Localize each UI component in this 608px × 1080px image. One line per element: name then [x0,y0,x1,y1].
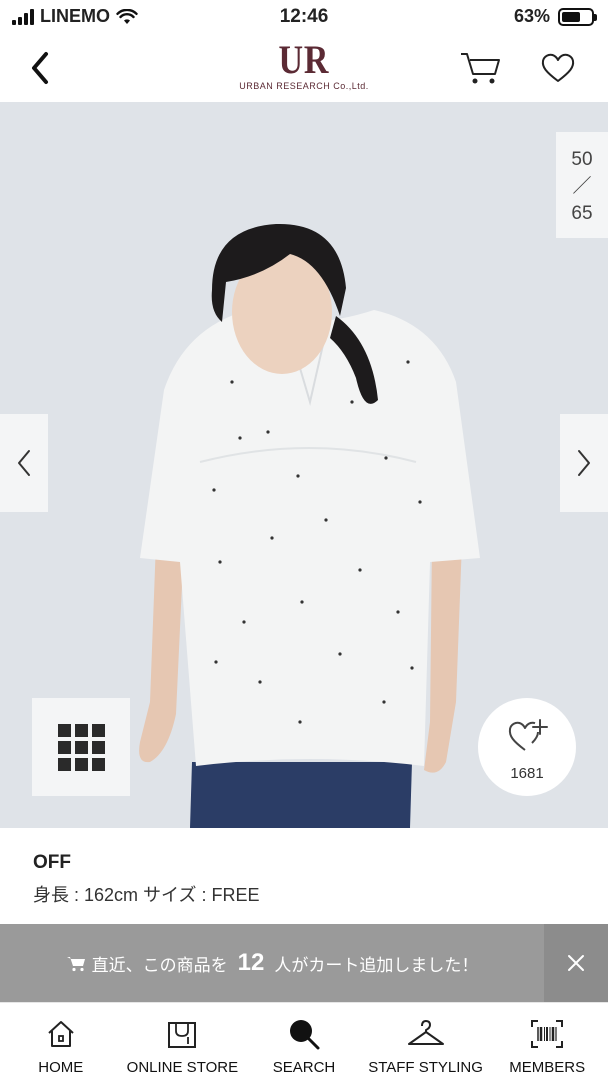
color-name: OFF [33,852,71,873]
chevron-right-icon [578,450,590,476]
search-icon [289,1020,320,1050]
notification-close-button[interactable] [544,924,608,1002]
product-image-gallery[interactable]: 50 ／ 65 1681 [0,102,608,828]
notification-count: 12 [237,949,265,976]
shopping-bag-icon [168,1022,197,1048]
nav-label-online-store: ONLINE STORE [126,1059,239,1076]
nav-item-online-store[interactable]: ONLINE STORE [122,1003,244,1080]
status-bar: LINEMO 12:46 63% [0,0,608,34]
next-image-button[interactable] [560,414,608,512]
model-info: OFF 身長 : 162cm サイズ : FREE [0,828,608,924]
battery-icon [558,7,597,26]
cart-icon [461,53,500,84]
cart-small-icon [66,957,85,972]
previous-image-button[interactable] [0,414,48,512]
hanger-icon [407,1020,444,1045]
battery-group: 63% [513,6,597,27]
nav-label-members: MEMBERS [509,1059,586,1076]
heart-plus-icon [508,719,548,751]
cart-notification-bar: 直近、この商品を 12 人がカート追加しました！ [0,924,608,1002]
notification-prefix: 直近、この商品を [91,955,228,975]
image-counter-total: 65 [571,203,593,224]
home-icon [48,1021,74,1047]
thumbnail-grid-button[interactable] [32,698,130,796]
logo-mark: UR [278,37,330,82]
brand-logo[interactable]: UR URBAN RESEARCH Co.,Ltd. [0,40,608,92]
like-count: 1681 [510,765,544,782]
grid-icon [57,723,105,771]
nav-item-staff-styling[interactable]: STAFF STYLING [365,1003,487,1080]
image-counter-separator: ／ [572,176,592,197]
nav-item-members[interactable]: MEMBERS [486,1003,608,1080]
battery-fill [562,11,580,22]
model-details: 身長 : 162cm サイズ : FREE [33,885,260,905]
chevron-left-icon [18,450,30,476]
barcode-icon [531,1020,564,1048]
notification-message: 直近、この商品を 12 人がカート追加しました！ [0,924,544,1002]
cart-button[interactable] [458,48,502,88]
favorite-button[interactable] [538,50,578,86]
bottom-navigation: HOME ONLINE STORE SEARCH STAFF STYLING M… [0,1002,608,1080]
nav-label-home: HOME [38,1059,84,1076]
notification-suffix: 人がカート追加しました！ [274,955,479,975]
image-counter: 50 ／ 65 [556,132,608,238]
close-icon [568,955,584,971]
image-counter-current: 50 [571,149,593,170]
nav-item-search[interactable]: SEARCH [243,1003,365,1080]
heart-icon [541,53,575,82]
like-button[interactable]: 1681 [478,698,576,796]
nav-label-staff-styling: STAFF STYLING [368,1059,483,1076]
nav-item-home[interactable]: HOME [0,1003,122,1080]
app-header: UR URBAN RESEARCH Co.,Ltd. [0,34,608,102]
nav-label-search: SEARCH [272,1059,336,1076]
battery-percent: 63% [513,6,550,26]
